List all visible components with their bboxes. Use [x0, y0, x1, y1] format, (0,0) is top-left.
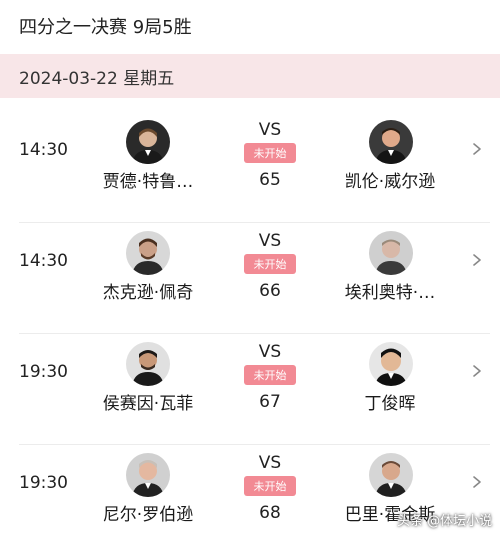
match-row[interactable]: 14:30 贾德·特鲁… VS 未开始 65 凯伦·威尔逊	[0, 112, 500, 223]
match-row[interactable]: 19:30 尼尔·罗伯逊 VS 未开始 68 巴里·霍金斯	[0, 445, 500, 556]
match-number: 66	[259, 281, 281, 301]
right-player-avatar	[369, 342, 413, 386]
left-player-avatar	[126, 453, 170, 497]
right-player-name: 丁俊晖	[364, 394, 416, 414]
vs-label: VS	[258, 120, 282, 140]
match-time: 14:30	[19, 140, 68, 160]
chevron-right-icon[interactable]	[470, 253, 484, 267]
left-player-name: 贾德·特鲁…	[102, 172, 194, 192]
match-row[interactable]: 14:30 杰克逊·佩奇 VS 未开始 66 埃利奥特·…	[0, 223, 500, 334]
right-player-name: 埃利奥特·…	[344, 283, 436, 303]
vs-label: VS	[258, 453, 282, 473]
match-row[interactable]: 19:30 侯赛因·瓦菲 VS 未开始 67 丁俊晖	[0, 334, 500, 445]
date-bar: 2024-03-22 星期五	[0, 54, 500, 98]
match-number: 68	[259, 503, 281, 523]
chevron-right-icon[interactable]	[470, 142, 484, 156]
date-label: 2024-03-22 星期五	[19, 68, 175, 89]
right-player-name: 凯伦·威尔逊	[344, 172, 436, 192]
vs-label: VS	[258, 342, 282, 362]
status-badge: 未开始	[244, 254, 296, 274]
chevron-right-icon[interactable]	[470, 364, 484, 378]
left-player-avatar	[126, 231, 170, 275]
match-number: 67	[259, 392, 281, 412]
left-player-name: 侯赛因·瓦菲	[102, 394, 194, 414]
status-badge: 未开始	[244, 476, 296, 496]
right-player-avatar	[369, 231, 413, 275]
status-badge: 未开始	[244, 365, 296, 385]
page-title: 四分之一决赛 9局5胜	[19, 17, 192, 38]
right-player-avatar	[369, 453, 413, 497]
match-number: 65	[259, 170, 281, 190]
left-player-name: 杰克逊·佩奇	[102, 283, 194, 303]
match-time: 19:30	[19, 473, 68, 493]
chevron-right-icon[interactable]	[470, 475, 484, 489]
vs-label: VS	[258, 231, 282, 251]
page-header: 四分之一决赛 9局5胜	[0, 0, 500, 52]
left-player-name: 尼尔·罗伯逊	[102, 505, 194, 525]
match-time: 14:30	[19, 251, 68, 271]
right-player-avatar	[369, 120, 413, 164]
left-player-avatar	[126, 342, 170, 386]
match-time: 19:30	[19, 362, 68, 382]
watermark: 头条 @体坛小说	[397, 514, 493, 529]
left-player-avatar	[126, 120, 170, 164]
status-badge: 未开始	[244, 143, 296, 163]
